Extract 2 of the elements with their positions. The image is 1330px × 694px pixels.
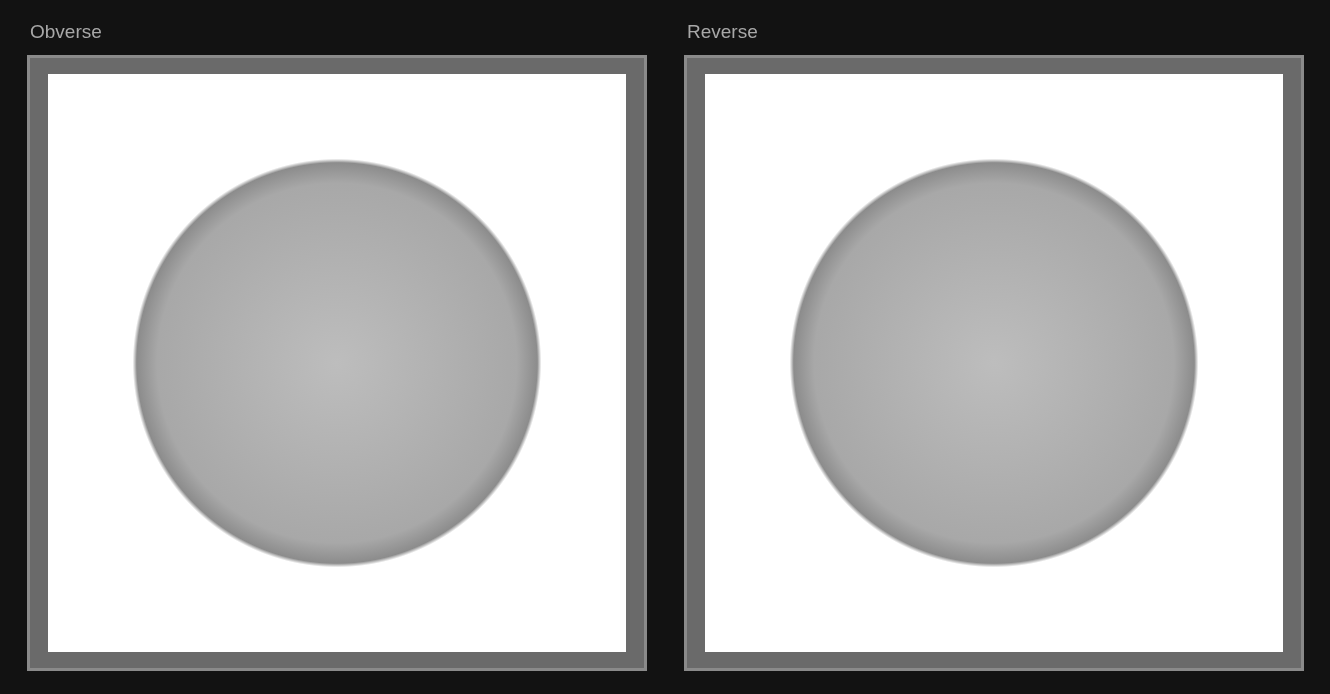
panel-label: Obverse bbox=[29, 20, 103, 44]
panel-label: Reverse bbox=[686, 20, 759, 44]
